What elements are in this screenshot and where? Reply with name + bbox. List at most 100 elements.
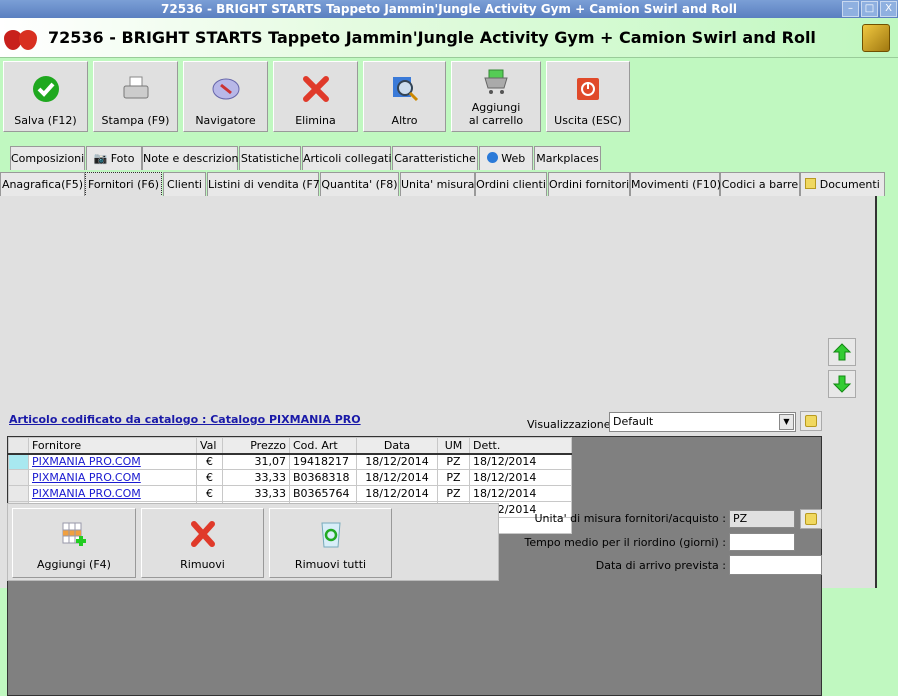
navigator-button[interactable]: Navigatore bbox=[183, 61, 268, 132]
tab-articoli-collegati[interactable]: Articoli collegati bbox=[302, 146, 392, 170]
remove-all-button[interactable]: Rimuovi tutti bbox=[269, 508, 392, 578]
cell-fornitore: PIXMANIA PRO.COM bbox=[28, 453, 197, 470]
remove-button[interactable]: Rimuovi bbox=[141, 508, 264, 578]
window-title: 72536 - BRIGHT STARTS Tappeto Jammin'Jun… bbox=[161, 2, 737, 16]
tab-quantita[interactable]: Quantita' (F8) bbox=[320, 172, 399, 196]
tab-clienti[interactable]: Clienti bbox=[163, 172, 206, 196]
catalog-link[interactable]: Articolo codificato da catalogo : Catalo… bbox=[9, 413, 361, 426]
table-row[interactable]: PIXMANIA PRO.COM €33,33 B0368318 18/12/2014… bbox=[8, 469, 572, 486]
row-indicator[interactable] bbox=[8, 485, 29, 502]
cell-val[interactable]: € bbox=[196, 453, 223, 470]
add-to-cart-button[interactable]: Aggiungi al carrello bbox=[451, 61, 541, 132]
tab-unita-misura[interactable]: Unita' misura bbox=[400, 172, 475, 196]
move-down-button[interactable] bbox=[828, 370, 856, 398]
arrow-down-icon bbox=[832, 375, 852, 393]
add-button[interactable]: Aggiungi (F4) bbox=[12, 508, 136, 578]
col-prezzo[interactable]: Prezzo bbox=[222, 437, 290, 455]
unit-field[interactable]: PZ bbox=[729, 510, 795, 528]
col-um[interactable]: UM bbox=[437, 437, 470, 455]
chevron-down-icon[interactable]: ▼ bbox=[779, 414, 794, 430]
header: 72536 - BRIGHT STARTS Tappeto Jammin'Jun… bbox=[0, 18, 898, 58]
tab-documenti[interactable]: Documenti bbox=[800, 172, 885, 196]
recycle-bin-icon bbox=[320, 522, 341, 548]
delete-button[interactable]: Elimina bbox=[273, 61, 358, 132]
tab-foto[interactable]: 📷 Foto bbox=[86, 146, 142, 170]
tab-anagrafica[interactable]: Anagrafica(F5) bbox=[0, 172, 85, 196]
cell-um[interactable]: PZ bbox=[437, 453, 470, 470]
close-button[interactable]: X bbox=[880, 1, 897, 17]
tab-statistiche[interactable]: Statistiche bbox=[239, 146, 301, 170]
cell-cod-art[interactable]: B0365764 bbox=[289, 485, 357, 502]
table-row[interactable]: PIXMANIA PRO.COM €31,07 19418217 18/12/2014… bbox=[8, 453, 572, 470]
supplier-link[interactable]: PIXMANIA PRO.COM bbox=[32, 471, 141, 484]
col-fornitore[interactable]: Fornitore bbox=[28, 437, 197, 455]
tab-caratteristiche[interactable]: Caratteristiche bbox=[392, 146, 478, 170]
tab-codici-barre[interactable]: Codici a barre bbox=[720, 172, 800, 196]
add-grid-icon bbox=[62, 522, 86, 546]
cell-dett[interactable]: 18/12/2014 bbox=[469, 469, 572, 486]
check-icon bbox=[32, 76, 59, 102]
cell-data[interactable]: 18/12/2014 bbox=[356, 469, 438, 486]
tab-fornitori[interactable]: Fornitori (F6) bbox=[85, 172, 162, 197]
cell-dett[interactable]: 18/12/2014 bbox=[469, 453, 572, 470]
maximize-button[interactable]: □ bbox=[861, 1, 878, 17]
table-header: Fornitore Val Prezzo Cod. Art Data UM De… bbox=[8, 437, 572, 455]
cell-prezzo[interactable]: 31,07 bbox=[222, 453, 290, 470]
row-indicator[interactable] bbox=[8, 469, 29, 486]
minimize-button[interactable]: – bbox=[842, 1, 859, 17]
move-up-button[interactable] bbox=[828, 338, 856, 366]
tab-ordini-clienti[interactable]: Ordini clienti bbox=[475, 172, 547, 196]
row-indicator-header bbox=[8, 437, 29, 455]
tab-documenti-label: Documenti bbox=[819, 178, 880, 191]
cell-val[interactable]: € bbox=[196, 485, 223, 502]
cell-data[interactable]: 18/12/2014 bbox=[356, 485, 438, 502]
cell-fornitore: PIXMANIA PRO.COM bbox=[28, 469, 197, 486]
remove-label: Rimuovi bbox=[180, 558, 225, 571]
arrival-date-field[interactable] bbox=[729, 555, 822, 575]
other-button[interactable]: Altro bbox=[363, 61, 446, 132]
cell-val[interactable]: € bbox=[196, 469, 223, 486]
cell-um[interactable]: PZ bbox=[437, 469, 470, 486]
tab-markplaces[interactable]: Markplaces bbox=[534, 146, 601, 170]
remove-all-label: Rimuovi tutti bbox=[294, 558, 367, 571]
tab-note[interactable]: Note e descrizioni bbox=[142, 146, 242, 170]
cell-data[interactable]: 18/12/2014 bbox=[356, 453, 438, 470]
cell-prezzo[interactable]: 33,33 bbox=[222, 485, 290, 502]
save-button[interactable]: Salva (F12) bbox=[3, 61, 88, 132]
cell-cod-art[interactable]: 19418217 bbox=[289, 453, 357, 470]
unit-folder-button[interactable] bbox=[800, 509, 822, 529]
table-row[interactable]: PIXMANIA PRO.COM €33,33 B0365764 18/12/2014… bbox=[8, 485, 572, 502]
cell-cod-art[interactable]: B0368318 bbox=[289, 469, 357, 486]
cell-um[interactable]: PZ bbox=[437, 485, 470, 502]
tab-ordini-fornitori[interactable]: Ordini fornitori bbox=[548, 172, 630, 196]
supplier-link[interactable]: PIXMANIA PRO.COM bbox=[32, 455, 141, 468]
strawberry-logo-icon bbox=[4, 28, 40, 50]
col-val[interactable]: Val bbox=[196, 437, 223, 455]
tab-web[interactable]: Web bbox=[479, 146, 533, 170]
cell-dett[interactable]: 18/12/2014 bbox=[469, 485, 572, 502]
cell-fornitore: PIXMANIA PRO.COM bbox=[28, 485, 197, 502]
lead-time-field[interactable] bbox=[729, 533, 795, 551]
print-label: Stampa (F9) bbox=[101, 114, 170, 127]
row-indicator[interactable] bbox=[8, 453, 29, 470]
view-folder-button[interactable] bbox=[800, 411, 822, 431]
tab-composizioni[interactable]: Composizioni bbox=[10, 146, 85, 170]
add-to-cart-label: Aggiungi al carrello bbox=[468, 101, 524, 127]
col-dett[interactable]: Dett. bbox=[469, 437, 572, 455]
col-data[interactable]: Data bbox=[356, 437, 438, 455]
arrow-up-icon bbox=[832, 343, 852, 361]
page-title: 72536 - BRIGHT STARTS Tappeto Jammin'Jun… bbox=[48, 28, 816, 47]
add-label: Aggiungi (F4) bbox=[37, 558, 111, 571]
folder-icon bbox=[805, 178, 817, 189]
exit-button[interactable]: Uscita (ESC) bbox=[546, 61, 630, 132]
supplier-link[interactable]: PIXMANIA PRO.COM bbox=[32, 487, 141, 500]
cart-icon bbox=[484, 69, 508, 94]
view-select[interactable]: Default ▼ bbox=[609, 412, 796, 432]
col-cod-art[interactable]: Cod. Art bbox=[289, 437, 357, 455]
delete-x-icon bbox=[190, 521, 215, 547]
tab-movimenti[interactable]: Movimenti (F10) bbox=[630, 172, 721, 196]
cell-prezzo[interactable]: 33,33 bbox=[222, 469, 290, 486]
print-button[interactable]: Stampa (F9) bbox=[93, 61, 178, 132]
tab-listini[interactable]: Listini di vendita (F7) bbox=[207, 172, 324, 196]
tab-foto-label: Foto bbox=[110, 152, 135, 165]
